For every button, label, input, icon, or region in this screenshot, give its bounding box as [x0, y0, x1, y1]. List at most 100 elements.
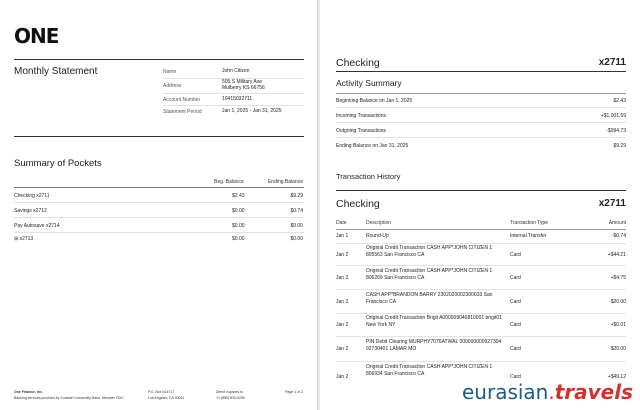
- transaction-history-title: Transaction History: [336, 172, 401, 181]
- footer-phone: +1 (855) 830-6250: [216, 396, 245, 400]
- pocket-end: $0.00: [290, 223, 303, 229]
- col-transaction-type: Transaction Type: [510, 220, 549, 226]
- pocket-name: Savings x2712: [14, 208, 47, 214]
- table-checking-account: x2711: [598, 198, 626, 209]
- tx-description: Original Credit Transaction CASH APP*JOH…: [366, 268, 493, 281]
- footer-po-box: P.O. Box 513717: [148, 390, 175, 394]
- summary-value: $2.43: [613, 98, 626, 104]
- summary-value: -$994.73: [606, 128, 626, 134]
- tx-amount: +$4.75: [610, 275, 626, 281]
- tx-divider: [336, 361, 626, 362]
- one-logo: ONE: [14, 24, 59, 48]
- footer-city: Los Angeles, CA 90051: [148, 396, 185, 400]
- tx-amount: -$0.74: [611, 233, 626, 239]
- pocket-end: $9.29: [290, 193, 303, 199]
- info-value-period: Jan 1, 2025 - Jan 31, 2025: [222, 108, 282, 114]
- info-divider: [163, 93, 304, 94]
- tx-amount: +$0.01: [610, 322, 626, 328]
- section-rule: [14, 136, 304, 137]
- summary-divider: [336, 122, 626, 123]
- header-rule: [14, 59, 304, 60]
- tx-date: Jan 2: [336, 346, 349, 352]
- pocket-divider: [14, 232, 304, 233]
- tx-description: PIN Debit Clearing MURPHY7076ATWAL 00000…: [366, 339, 502, 352]
- info-value-name: John Citizen: [222, 68, 250, 74]
- col-beg-balance: Beg. Balance: [214, 179, 244, 185]
- pockets-header-rule: [14, 187, 304, 188]
- summary-label: Outgoing Transactions: [336, 128, 387, 134]
- summary-value: +$1,001.59: [600, 113, 626, 119]
- tx-type: Card: [510, 346, 521, 352]
- watermark-tld: travels: [554, 380, 633, 404]
- tx-date: Jan 2: [336, 275, 349, 281]
- tx-date: Jan 2: [336, 322, 349, 328]
- pocket-end: $0.74: [290, 208, 303, 214]
- eurasian-travels-watermark: eurasian.travels: [458, 380, 636, 404]
- pockets-title: Summary of Pockets: [14, 158, 102, 169]
- footer-disclosure: Banking services provided by Coastal Com…: [14, 396, 124, 400]
- tx-divider: [336, 289, 626, 290]
- tx-date: Jan 2: [336, 374, 349, 380]
- watermark-name: eurasian: [461, 380, 549, 404]
- tx-divider: [336, 336, 626, 337]
- col-date: Date: [336, 220, 347, 226]
- col-amount: Amount: [608, 220, 626, 226]
- tx-divider: [336, 265, 626, 266]
- col-ending-balance: Ending Balance: [267, 179, 303, 185]
- statement-page-1: ONE Monthly Statement Name John Citizen …: [0, 0, 318, 410]
- tx-description: Round-Up: [366, 233, 389, 239]
- checking-rule: [336, 71, 626, 72]
- tx-description: Original Credit Transaction CASH APP*JOH…: [366, 245, 493, 258]
- footer-inquiries: Direct inquiries to: [216, 390, 244, 394]
- pocket-begin: $2.43: [232, 193, 245, 199]
- summary-label: Beginning Balance on Jan 1, 2025: [336, 98, 413, 104]
- table-checking-title: Checking: [336, 198, 380, 210]
- statement-page-2: Checking x2711 Activity Summary Beginnin…: [320, 0, 640, 410]
- info-label-account: Account Number: [163, 97, 201, 103]
- tx-amount: -$20.00: [609, 346, 626, 352]
- tx-type: Card: [510, 275, 521, 281]
- checking-account: x2711: [598, 57, 626, 68]
- pocket-begin: $0.00: [232, 208, 245, 214]
- tx-type: Internal Transfer: [510, 233, 547, 239]
- pocket-name: ⊞ x2713: [14, 236, 34, 242]
- tx-description: Original Credit Transaction Brigit A0000…: [366, 315, 502, 328]
- info-value-account: 10415032711: [222, 96, 253, 102]
- tx-amount: +$44.21: [607, 252, 626, 258]
- tx-type: Card: [510, 322, 521, 328]
- pocket-name: Checking x2711: [14, 193, 50, 199]
- summary-value: $9.29: [613, 143, 626, 149]
- pocket-begin: $0.00: [232, 223, 245, 229]
- col-description: Description: [366, 220, 392, 226]
- info-divider: [163, 105, 304, 106]
- info-label-period: Statement Period: [163, 109, 202, 115]
- summary-divider: [336, 107, 626, 108]
- pocket-end: $0.00: [290, 236, 303, 242]
- summary-divider: [336, 137, 626, 138]
- history-rule: [336, 190, 626, 191]
- pocket-divider: [14, 217, 304, 218]
- activity-summary-title: Activity Summary: [336, 78, 402, 88]
- tx-date: Jan 2: [336, 299, 349, 305]
- pocket-name: Pay Autosave x2714: [14, 223, 60, 229]
- tx-amount: -$20.00: [609, 299, 626, 305]
- summary-label: Ending Balance on Jan 31, 2025: [336, 143, 409, 149]
- info-value-address: 505 S Military Ave Mulberry KS 66756: [222, 79, 265, 91]
- tx-date: Jan 2: [336, 252, 349, 258]
- summary-label: Incoming Transactions: [336, 113, 387, 119]
- tx-date: Jan 1: [336, 233, 349, 239]
- table-header-rule: [336, 229, 626, 230]
- info-label-name: Name: [163, 69, 177, 75]
- footer-page-number: Page 1 of 2: [285, 390, 303, 394]
- footer-company: One Finance, Inc.: [14, 390, 43, 394]
- pocket-divider: [14, 202, 304, 203]
- tx-divider: [336, 243, 626, 244]
- tx-type: Card: [510, 252, 521, 258]
- tx-divider: [336, 313, 626, 314]
- pocket-begin: $0.00: [232, 236, 245, 242]
- checking-title: Checking: [336, 57, 380, 69]
- tx-description: CASH APP*BRANDON BARRY 2302020002300033 …: [366, 292, 493, 305]
- info-label-address: Address: [163, 83, 182, 89]
- tx-description: Original Credit Transaction CASH APP*JOH…: [366, 364, 493, 377]
- tx-type: Card: [510, 299, 521, 305]
